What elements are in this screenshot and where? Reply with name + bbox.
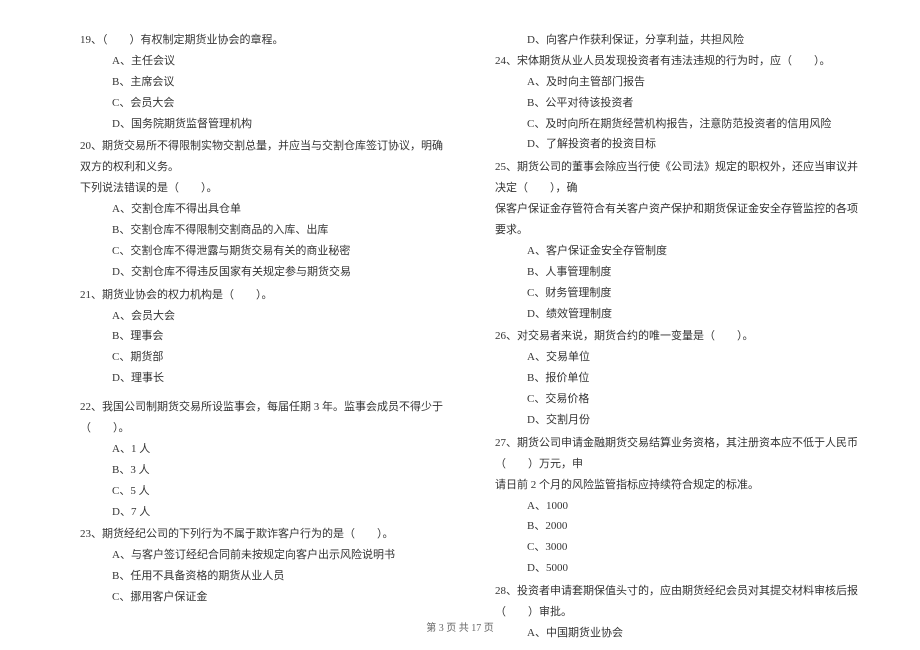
- question-22: 22、我国公司制期货交易所设监事会，每届任期 3 年。监事会成员不得少于（ ）。…: [80, 397, 445, 522]
- option-b: B、3 人: [80, 460, 445, 481]
- question-27: 27、期货公司申请金融期货交易结算业务资格，其注册资本应不低于人民币（ ）万元，…: [495, 433, 860, 579]
- question-continuation: 下列说法错误的是（ ）。: [80, 178, 445, 199]
- question-continuation: 请日前 2 个月的风险监管指标应持续符合规定的标准。: [495, 475, 860, 496]
- option-c: C、3000: [495, 537, 860, 558]
- option-b: B、任用不具备资格的期货从业人员: [80, 566, 445, 587]
- option-d: D、理事长: [80, 368, 445, 389]
- option-b: B、理事会: [80, 326, 445, 347]
- question-25: 25、期货公司的董事会除应当行使《公司法》规定的职权外，还应当审议并决定（ ），…: [495, 157, 860, 324]
- right-column: D、向客户作获利保证，分享利益，共担风险 24、宋体期货从业人员发现投资者有违法…: [495, 30, 860, 610]
- question-stem: 27、期货公司申请金融期货交易结算业务资格，其注册资本应不低于人民币（ ）万元，…: [495, 433, 860, 475]
- option-b: B、主席会议: [80, 72, 445, 93]
- option-a: A、会员大会: [80, 306, 445, 327]
- question-stem: 20、期货交易所不得限制实物交割总量，并应当与交割仓库签订协议，明确双方的权利和…: [80, 136, 445, 178]
- option-d: D、5000: [495, 558, 860, 579]
- option-d: D、7 人: [80, 502, 445, 523]
- option-c: C、交割仓库不得泄露与期货交易有关的商业秘密: [80, 241, 445, 262]
- option-c: C、及时向所在期货经营机构报告，注意防范投资者的信用风险: [495, 114, 860, 135]
- option-a: A、主任会议: [80, 51, 445, 72]
- option-b: B、人事管理制度: [495, 262, 860, 283]
- question-continuation: 保客户保证金存管符合有关客户资产保护和期货保证金安全存管监控的各项要求。: [495, 199, 860, 241]
- option-c: C、交易价格: [495, 389, 860, 410]
- question-stem: 28、投资者申请套期保值头寸的，应由期货经纪会员对其提交材料审核后报（ ）审批。: [495, 581, 860, 623]
- question-20: 20、期货交易所不得限制实物交割总量，并应当与交割仓库签订协议，明确双方的权利和…: [80, 136, 445, 282]
- option-c: C、期货部: [80, 347, 445, 368]
- option-b: B、公平对待该投资者: [495, 93, 860, 114]
- option-d: D、交割月份: [495, 410, 860, 431]
- option-a: A、交易单位: [495, 347, 860, 368]
- question-stem: 24、宋体期货从业人员发现投资者有违法违规的行为时，应（ ）。: [495, 51, 860, 72]
- option-a: A、1000: [495, 496, 860, 517]
- question-23: 23、期货经纪公司的下列行为不属于欺诈客户行为的是（ ）。 A、与客户签订经纪合…: [80, 524, 445, 608]
- question-21: 21、期货业协会的权力机构是（ ）。 A、会员大会 B、理事会 C、期货部 D、…: [80, 285, 445, 389]
- option-c: C、5 人: [80, 481, 445, 502]
- question-stem: 25、期货公司的董事会除应当行使《公司法》规定的职权外，还应当审议并决定（ ），…: [495, 157, 860, 199]
- option-d: D、了解投资者的投资目标: [495, 134, 860, 155]
- option-d: D、向客户作获利保证，分享利益，共担风险: [495, 30, 860, 51]
- question-stem: 21、期货业协会的权力机构是（ ）。: [80, 285, 445, 306]
- question-stem: 26、对交易者来说，期货合约的唯一变量是（ ）。: [495, 326, 860, 347]
- option-d: D、国务院期货监督管理机构: [80, 114, 445, 135]
- option-d: D、绩效管理制度: [495, 304, 860, 325]
- question-26: 26、对交易者来说，期货合约的唯一变量是（ ）。 A、交易单位 B、报价单位 C…: [495, 326, 860, 430]
- two-column-layout: 19、（ ）有权制定期货业协会的章程。 A、主任会议 B、主席会议 C、会员大会…: [80, 30, 860, 610]
- question-24: 24、宋体期货从业人员发现投资者有违法违规的行为时，应（ ）。 A、及时向主管部…: [495, 51, 860, 155]
- question-stem: 23、期货经纪公司的下列行为不属于欺诈客户行为的是（ ）。: [80, 524, 445, 545]
- option-a: A、交割仓库不得出具仓单: [80, 199, 445, 220]
- option-a: A、及时向主管部门报告: [495, 72, 860, 93]
- option-a: A、客户保证金安全存管制度: [495, 241, 860, 262]
- option-a: A、与客户签订经纪合同前未按规定向客户出示风险说明书: [80, 545, 445, 566]
- question-stem: 22、我国公司制期货交易所设监事会，每届任期 3 年。监事会成员不得少于（ ）。: [80, 397, 445, 439]
- option-a: A、1 人: [80, 439, 445, 460]
- page-footer: 第 3 页 共 17 页: [0, 619, 920, 638]
- option-b: B、2000: [495, 516, 860, 537]
- option-c: C、财务管理制度: [495, 283, 860, 304]
- question-stem: 19、（ ）有权制定期货业协会的章程。: [80, 30, 445, 51]
- question-19: 19、（ ）有权制定期货业协会的章程。 A、主任会议 B、主席会议 C、会员大会…: [80, 30, 445, 134]
- option-c: C、挪用客户保证金: [80, 587, 445, 608]
- left-column: 19、（ ）有权制定期货业协会的章程。 A、主任会议 B、主席会议 C、会员大会…: [80, 30, 445, 610]
- option-b: B、交割仓库不得限制交割商品的入库、出库: [80, 220, 445, 241]
- option-c: C、会员大会: [80, 93, 445, 114]
- option-b: B、报价单位: [495, 368, 860, 389]
- option-d: D、交割仓库不得违反国家有关规定参与期货交易: [80, 262, 445, 283]
